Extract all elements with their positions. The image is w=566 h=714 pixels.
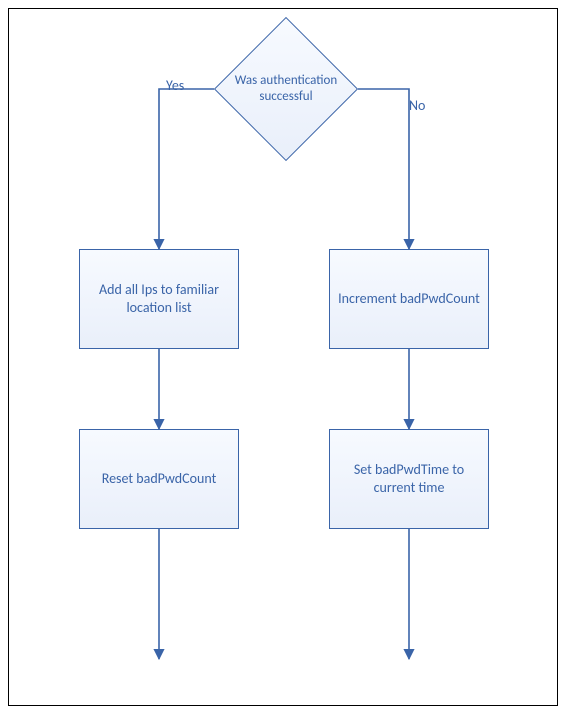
flowchart-connectors: [9, 9, 557, 705]
connector-decision-no: [358, 89, 409, 249]
connector-decision-yes: [159, 89, 214, 249]
flowchart-frame: Was authentication successful Add all Ip…: [8, 8, 558, 706]
